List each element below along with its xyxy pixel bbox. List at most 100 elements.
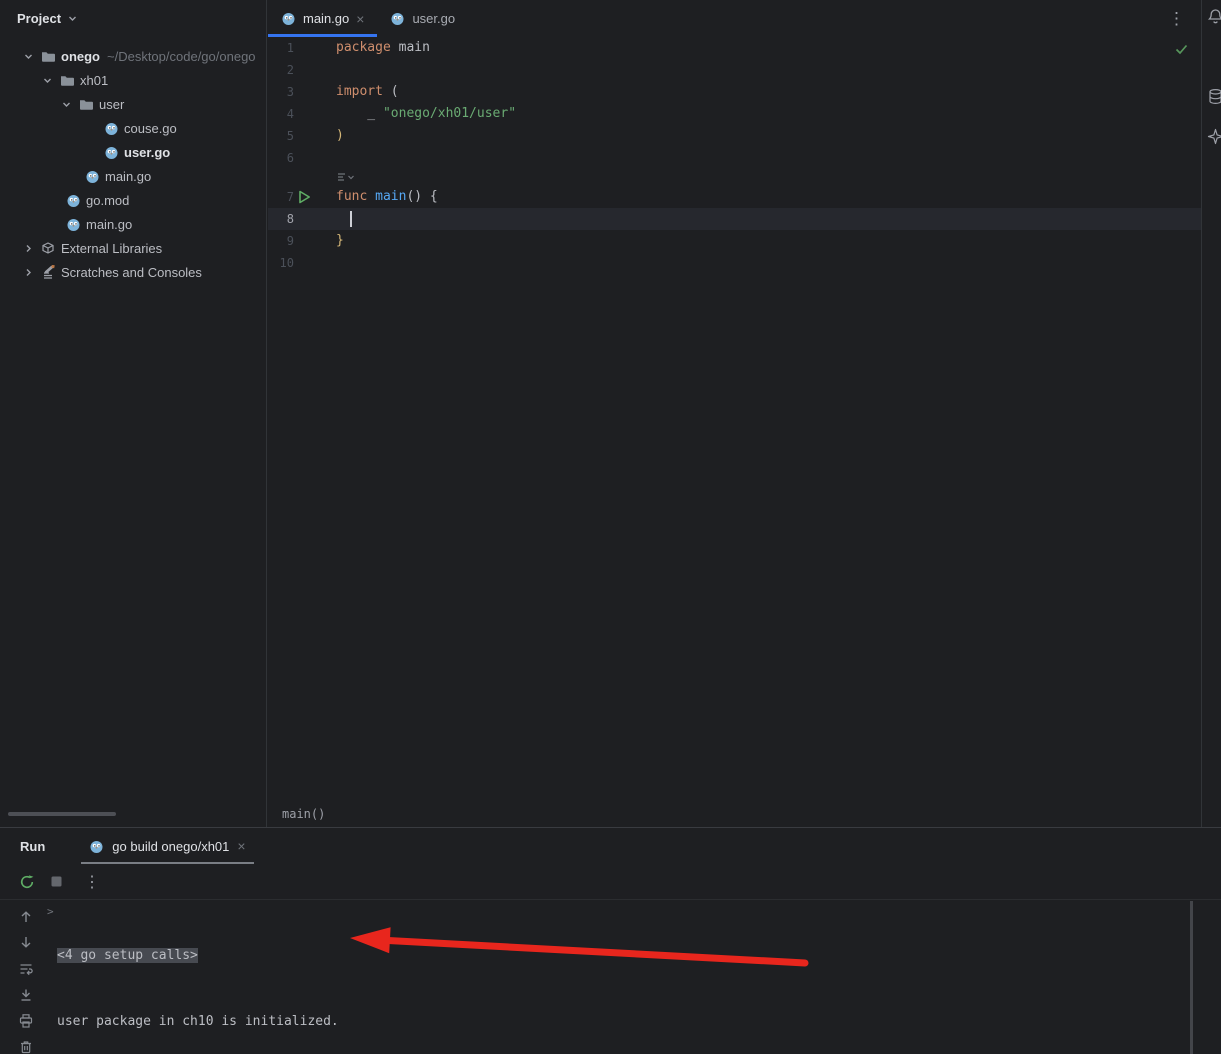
chevron-down-icon[interactable] bbox=[60, 98, 72, 110]
tab-main-go[interactable]: main.go × bbox=[268, 0, 378, 37]
tree-item-user-go[interactable]: user.go bbox=[0, 140, 266, 164]
project-title: Project bbox=[17, 11, 62, 26]
tab-user-go[interactable]: user.go bbox=[377, 0, 468, 37]
line-number: 5 bbox=[286, 129, 294, 143]
text-caret bbox=[350, 211, 352, 227]
code-line-current: 8 bbox=[268, 208, 1201, 230]
code-token: main bbox=[390, 40, 430, 55]
line-number: 7 bbox=[286, 190, 294, 204]
library-icon bbox=[40, 240, 56, 256]
run-panel: Run go build onego/xh01 × ⋮ > <4 go setu… bbox=[0, 827, 1221, 1054]
tree-item-external-libraries[interactable]: External Libraries bbox=[0, 236, 266, 260]
tree-item-label: onego bbox=[61, 48, 100, 64]
code-line: 4 _ "onego/xh01/user" bbox=[268, 103, 1201, 125]
scroll-to-end-icon[interactable] bbox=[18, 987, 34, 1003]
line-number: 6 bbox=[286, 151, 294, 165]
tab-label: main.go bbox=[303, 11, 350, 26]
console-vertical-scrollbar[interactable] bbox=[1190, 901, 1193, 1054]
project-horizontal-scrollbar[interactable] bbox=[8, 812, 116, 816]
run-tab-go-build[interactable]: go build onego/xh01 × bbox=[81, 828, 254, 864]
project-tree: onego ~/Desktop/code/go/onego xh01 user … bbox=[0, 37, 266, 284]
go-file-icon bbox=[103, 144, 119, 160]
tree-item-user[interactable]: user bbox=[0, 92, 266, 116]
fold-toggle[interactable]: > bbox=[47, 901, 54, 923]
run-toolbar: ⋮ bbox=[0, 864, 1221, 900]
tree-item-onego[interactable]: onego ~/Desktop/code/go/onego bbox=[0, 44, 266, 68]
breadcrumb-item-main[interactable]: main() bbox=[282, 807, 325, 821]
stop-button[interactable] bbox=[50, 875, 63, 888]
code-line: 1 package main bbox=[268, 37, 1201, 59]
tree-item-go-mod[interactable]: go.mod bbox=[0, 188, 266, 212]
line-number: 8 bbox=[286, 212, 294, 226]
code-line: 7 func main() { bbox=[268, 186, 1201, 208]
run-console[interactable]: > <4 go setup calls> user package in ch1… bbox=[0, 900, 1221, 1054]
code-line: 3 import ( bbox=[268, 81, 1201, 103]
project-header[interactable]: Project bbox=[0, 0, 266, 37]
close-icon[interactable]: × bbox=[237, 839, 245, 853]
run-options-kebab-icon[interactable]: ⋮ bbox=[84, 872, 100, 892]
rerun-button[interactable] bbox=[19, 874, 35, 890]
close-icon[interactable]: × bbox=[356, 12, 364, 26]
editor-options-kebab-icon[interactable]: ⋮ bbox=[1168, 9, 1185, 29]
go-file-icon bbox=[89, 839, 104, 854]
tree-item-scratches[interactable]: Scratches and Consoles bbox=[0, 260, 266, 284]
project-panel: Project onego ~/Desktop/code/go/onego xh… bbox=[0, 0, 267, 827]
run-panel-title: Run bbox=[20, 838, 46, 854]
console-line: <4 go setup calls> bbox=[57, 945, 347, 967]
notifications-bell-icon[interactable] bbox=[1207, 8, 1221, 25]
chevron-down-icon[interactable] bbox=[41, 74, 53, 86]
tree-item-label: xh01 bbox=[80, 72, 109, 88]
code-token: () { bbox=[406, 189, 438, 204]
run-main-gutter-icon[interactable] bbox=[298, 190, 311, 204]
prev-occurrence-icon[interactable] bbox=[18, 909, 34, 925]
code-editor[interactable]: 1 package main 2 3 import ( 4 _ "onego/x… bbox=[268, 37, 1201, 274]
code-token: package bbox=[336, 40, 391, 55]
database-icon[interactable] bbox=[1207, 88, 1221, 105]
print-icon[interactable] bbox=[18, 1013, 34, 1029]
ai-assistant-icon[interactable] bbox=[1207, 128, 1221, 145]
code-vision-inlay[interactable] bbox=[337, 172, 355, 183]
code-token: import bbox=[336, 84, 383, 99]
tree-item-label: user.go bbox=[124, 144, 171, 160]
go-file-icon bbox=[65, 192, 81, 208]
line-number: 4 bbox=[286, 107, 294, 121]
chevron-right-icon[interactable] bbox=[22, 266, 34, 278]
code-line: 6 bbox=[268, 147, 1201, 169]
tree-item-path-hint: ~/Desktop/code/go/onego bbox=[107, 48, 256, 64]
chevron-down-icon[interactable] bbox=[22, 50, 34, 62]
tree-item-main-go-xh01[interactable]: main.go bbox=[0, 164, 266, 188]
next-occurrence-icon[interactable] bbox=[18, 934, 34, 950]
code-token: main bbox=[375, 189, 407, 204]
go-file-icon bbox=[65, 216, 81, 232]
console-selected-text: <4 go setup calls> bbox=[57, 948, 198, 963]
run-panel-header: Run go build onego/xh01 × bbox=[0, 828, 1221, 864]
line-number: 10 bbox=[279, 256, 294, 270]
line-number: 1 bbox=[286, 41, 294, 55]
tree-item-label: user bbox=[99, 96, 125, 112]
tree-item-label: Scratches and Consoles bbox=[61, 264, 202, 280]
console-output: <4 go setup calls> user package in ch10 … bbox=[57, 901, 347, 1054]
go-file-icon bbox=[84, 168, 100, 184]
tab-label: user.go bbox=[412, 11, 456, 26]
chevron-right-icon[interactable] bbox=[22, 242, 34, 254]
right-tool-strip bbox=[1201, 0, 1221, 827]
line-number: 2 bbox=[286, 63, 294, 77]
code-token: ( bbox=[382, 84, 399, 99]
ide-window: Project onego ~/Desktop/code/go/onego xh… bbox=[0, 0, 1221, 1054]
soft-wrap-icon[interactable] bbox=[18, 961, 34, 977]
go-file-icon bbox=[103, 120, 119, 136]
folder-icon bbox=[78, 96, 94, 112]
clear-console-trash-icon[interactable] bbox=[18, 1039, 34, 1054]
tree-item-main-go-onego[interactable]: main.go bbox=[0, 212, 266, 236]
code-token: } bbox=[336, 233, 344, 248]
tree-item-couse-go[interactable]: couse.go bbox=[0, 116, 266, 140]
chevron-down-icon bbox=[67, 13, 78, 24]
scratches-icon bbox=[40, 264, 56, 280]
code-line: 2 bbox=[268, 59, 1201, 81]
tree-item-xh01[interactable]: xh01 bbox=[0, 68, 266, 92]
code-line: 10 bbox=[268, 252, 1201, 274]
code-token: _ bbox=[336, 106, 383, 121]
inspections-ok-icon[interactable] bbox=[1175, 44, 1188, 55]
run-tab-label: go build onego/xh01 bbox=[112, 838, 230, 854]
